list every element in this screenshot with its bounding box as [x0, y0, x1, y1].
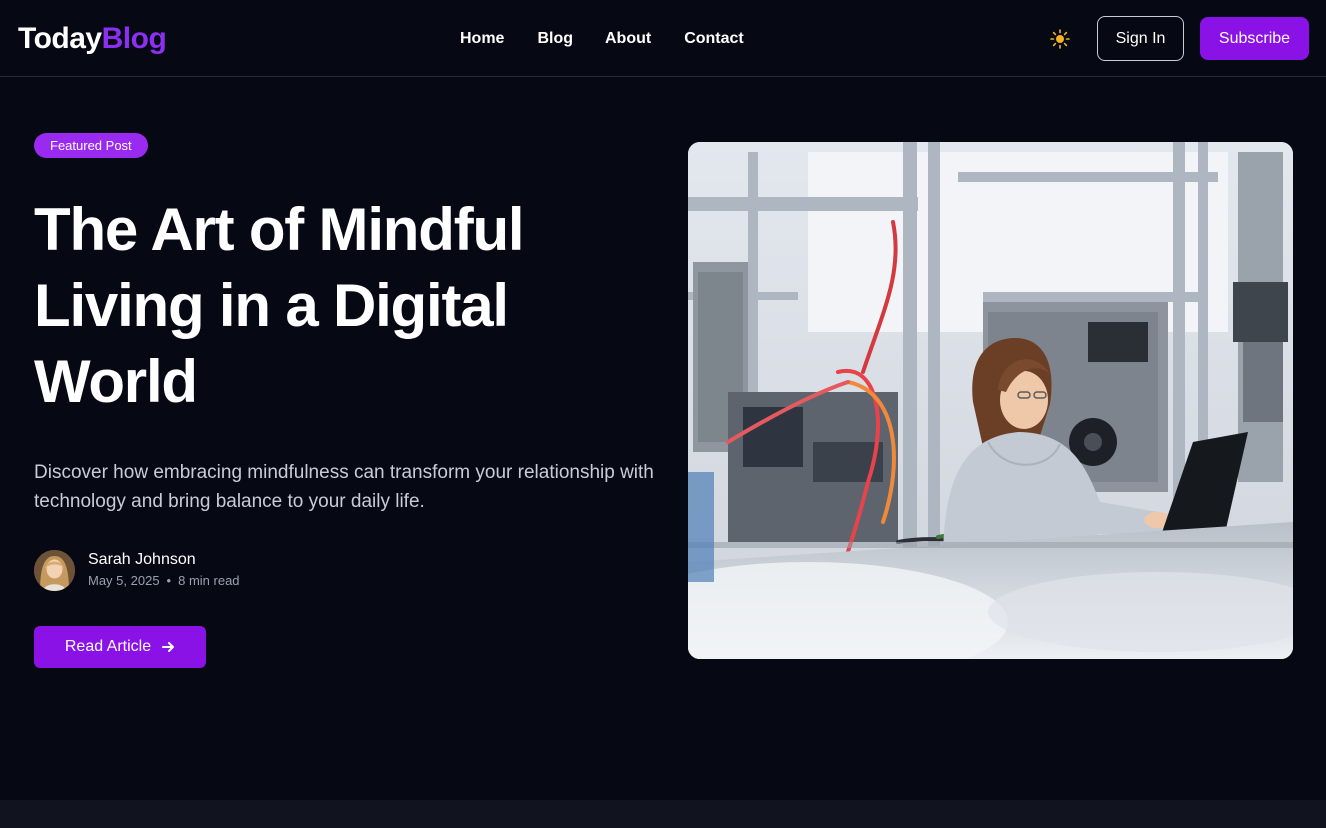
lab-scene-illustration — [688, 142, 1293, 659]
logo-text-blog: Blog — [101, 22, 167, 55]
top-navbar: TodayBlog Home Blog About Contact Sign I… — [0, 0, 1326, 77]
featured-post-badge: Featured Post — [34, 133, 148, 158]
subscribe-button[interactable]: Subscribe — [1200, 17, 1309, 60]
read-time: 8 min read — [178, 573, 240, 588]
arrow-right-icon — [162, 642, 175, 652]
nav-link-about[interactable]: About — [605, 28, 651, 50]
author-name[interactable]: Sarah Johnson — [88, 549, 240, 571]
read-article-button[interactable]: Read Article — [34, 626, 206, 668]
post-meta: May 5, 2025 • 8 min read — [88, 571, 240, 591]
avatar-photo — [34, 549, 75, 591]
next-section-strip — [0, 800, 1326, 828]
hero-description: Discover how embracing mindfulness can t… — [34, 462, 654, 512]
logo-text-today: Today — [18, 22, 102, 55]
meta-separator: • — [166, 573, 172, 588]
post-date: May 5, 2025 — [88, 573, 160, 588]
author-avatar — [34, 549, 75, 591]
site-logo[interactable]: TodayBlog — [18, 20, 167, 58]
nav-link-home[interactable]: Home — [460, 28, 504, 50]
nav-link-contact[interactable]: Contact — [684, 28, 744, 50]
sign-in-button[interactable]: Sign In — [1097, 16, 1184, 61]
theme-toggle-button[interactable] — [1049, 28, 1071, 50]
nav-link-blog[interactable]: Blog — [537, 28, 573, 50]
sun-icon — [1050, 29, 1070, 49]
main-nav: Home Blog About Contact — [460, 28, 744, 50]
author-block: Sarah Johnson May 5, 2025 • 8 min read — [34, 549, 240, 591]
hero-title: The Art of Mindful Living in a Digital W… — [34, 196, 525, 415]
author-info: Sarah Johnson May 5, 2025 • 8 min read — [88, 549, 240, 591]
read-article-label: Read Article — [64, 638, 152, 655]
featured-post-image[interactable] — [688, 142, 1293, 659]
